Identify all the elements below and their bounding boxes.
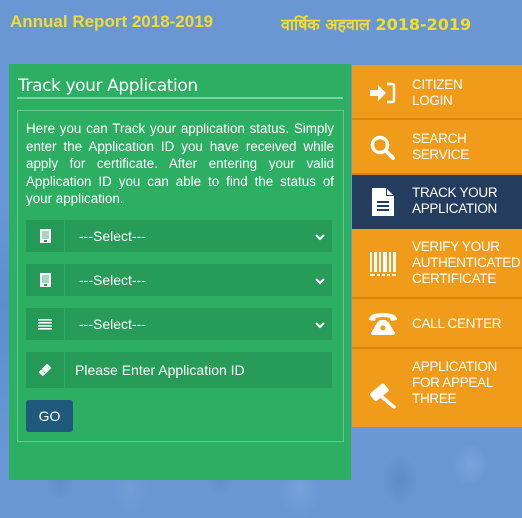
sidebar-item-call-center[interactable]: CALL CENTER [352,299,522,349]
sidebar-item-search-service[interactable]: SEARCH SERVICE [352,120,522,175]
sidebar-item-track-application[interactable]: TRACK YOUR APPLICATION [352,175,522,229]
chevron-down-icon [314,272,326,288]
select-dropdown-1[interactable]: ---Select--- [65,220,332,252]
gavel-icon [368,381,398,411]
phone-icon [368,309,398,339]
sidebar-label: CALL CENTER [412,316,502,331]
document-icon [26,264,64,296]
select-dropdown-2[interactable]: ---Select--- [65,264,332,296]
sidebar-item-verify-certificate[interactable]: VERIFY YOUR AUTHENTICATED CERTIFICATE [352,229,522,299]
select-row-2: ---Select--- [26,264,332,296]
sign-in-icon [368,78,398,108]
file-text-icon [368,187,398,217]
sidebar-item-appeal-three[interactable]: APPLICATION FOR APPEAL THREE [352,349,522,427]
annual-report-english-link[interactable]: Annual Report 2018-2019 [10,12,213,32]
chevron-down-icon [314,228,326,244]
application-id-input[interactable]: Please Enter Application ID [65,352,332,388]
panel-description: Here you can Track your application stat… [26,121,334,207]
select-row-3: ---Select--- [26,308,332,340]
select-value: ---Select--- [79,228,146,244]
sidebar-label: SEARCH SERVICE [412,131,469,162]
search-icon [368,133,398,163]
go-button[interactable]: GO [26,400,73,432]
application-id-placeholder: Please Enter Application ID [75,362,245,378]
chevron-down-icon [314,316,326,332]
application-id-row: Please Enter Application ID [26,352,332,388]
sidebar-label: CITIZEN LOGIN [412,77,463,108]
sidebar-label: APPLICATION FOR APPEAL THREE [412,359,497,406]
ticket-icon [26,352,64,388]
sidebar-item-citizen-login[interactable]: CITIZEN LOGIN [352,65,522,120]
select-value: ---Select--- [79,316,146,332]
list-icon [26,308,64,340]
sidebar-label: TRACK YOUR APPLICATION [412,185,498,216]
barcode-icon [368,249,398,279]
select-row-1: ---Select--- [26,220,332,252]
sidebar-label: VERIFY YOUR AUTHENTICATED CERTIFICATE [412,239,521,286]
panel-title: Track your Application [18,76,198,96]
track-application-panel: Track your Application Here you can Trac… [9,64,351,480]
document-icon [26,220,64,252]
title-divider [17,97,343,99]
select-value: ---Select--- [79,272,146,288]
quick-links-sidebar: CITIZEN LOGIN SEARCH SERVICE TRACK YOUR … [352,65,522,427]
annual-report-hindi-link[interactable]: वार्षिक अहवाल 2018-2019 [281,13,471,35]
select-dropdown-3[interactable]: ---Select--- [65,308,332,340]
